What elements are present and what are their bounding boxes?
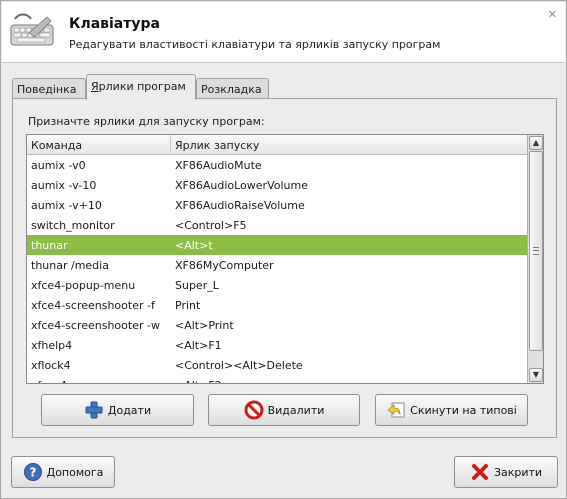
tab-behavior[interactable]: Поведінка [12, 78, 86, 99]
close-icon [471, 464, 488, 480]
add-button[interactable]: Додати [41, 394, 194, 426]
grip-icon [533, 247, 539, 255]
delete-button[interactable]: Видалити [208, 394, 360, 426]
shortcut-cell: Print [175, 299, 201, 312]
tab-mnemonic: Я [91, 80, 99, 93]
shortcut-cell: Super_L [175, 279, 219, 292]
command-cell: xfhelp4 [31, 339, 73, 352]
dialog-subtitle: Редагувати властивості клавіатури та ярл… [69, 38, 441, 51]
add-button-label: Додати [107, 403, 152, 417]
table-row[interactable]: aumix -v+10 XF86AudioRaiseVolume [27, 195, 527, 215]
table-row[interactable]: xfce4-screenshooter -f Print [27, 295, 527, 315]
close-button[interactable]: Закрити [454, 456, 558, 488]
dialog-header: Клавіатура Редагувати властивості клавіа… [2, 2, 565, 63]
tab-label: інка [52, 83, 77, 96]
table-row[interactable]: aumix -v0 XF86AudioMute [27, 155, 527, 175]
tab-label: Пове [17, 83, 46, 96]
table-row[interactable]: xflock4 <Control><Alt>Delete [27, 355, 527, 375]
reset-defaults-label: Скинути на типові [410, 403, 517, 417]
close-icon[interactable]: ✕ [548, 8, 557, 21]
table-row[interactable]: xfhelp4 <Alt>F1 [27, 335, 527, 355]
tab-panel: Призначте ярлики для запуску програм: Ко… [12, 98, 557, 438]
table-row[interactable]: aumix -v-10 XF86AudioLowerVolume [27, 175, 527, 195]
shortcuts-prompt: Призначте ярлики для запуску програм: [28, 115, 265, 128]
shortcut-cell: <Alt>t [175, 239, 213, 252]
command-cell: thunar /media [31, 259, 109, 272]
shortcut-cell: XF86AudioMute [175, 159, 262, 172]
help-button-label: Допомога [46, 465, 104, 479]
command-cell: xflock4 [31, 359, 71, 372]
shortcut-cell: XF86MyComputer [175, 259, 274, 272]
tab-app-shortcuts[interactable]: Ярлики програм [86, 74, 196, 100]
shortcut-cell: <Control><Alt>Delete [175, 359, 303, 372]
reset-defaults-button[interactable]: Скинути на типові [375, 394, 528, 426]
command-cell: xfrun4 [31, 379, 67, 383]
shortcut-cell: XF86AudioRaiseVolume [175, 199, 305, 212]
tab-label: Розкла [201, 83, 241, 96]
table-row[interactable]: xfce4-popup-menu Super_L [27, 275, 527, 295]
help-icon: ? [23, 463, 42, 481]
table-row[interactable]: switch_monitor <Control>F5 [27, 215, 527, 235]
command-cell: aumix -v+10 [31, 199, 102, 212]
delete-button-label: Видалити [267, 403, 325, 417]
help-button[interactable]: ? Допомога [11, 456, 115, 488]
revert-icon [387, 402, 405, 418]
column-header-shortcut[interactable]: Ярлик запуску [171, 135, 527, 155]
list-rows: aumix -v0 XF86AudioMute aumix -v-10 XF86Aud… [27, 155, 527, 383]
close-button-label: Закрити [493, 465, 543, 479]
scroll-up-button[interactable]: ▲ [529, 136, 543, 150]
tab-mnemonic: д [45, 83, 53, 96]
shortcut-cell: <Alt>F1 [175, 339, 222, 352]
command-cell: xfce4-screenshooter -f [31, 299, 155, 312]
column-header-command[interactable]: Команда [27, 135, 171, 155]
shortcuts-list[interactable]: Команда Ярлик запуску aumix -v0 XF86Audio… [26, 134, 544, 384]
shortcut-cell: XF86AudioLowerVolume [175, 179, 308, 192]
keyboard-settings-window: Клавіатура Редагувати властивості клавіа… [0, 0, 567, 499]
tab-label: ка [248, 83, 262, 96]
shortcut-cell: <Control>F5 [175, 219, 247, 232]
command-cell: xfce4-screenshooter -w [31, 319, 160, 332]
vertical-scrollbar[interactable]: ▲ ▼ [527, 135, 543, 383]
no-entry-icon [244, 400, 264, 420]
tab-layout[interactable]: Розкладка [196, 78, 269, 99]
dialog-title: Клавіатура [69, 16, 160, 32]
scroll-down-button[interactable]: ▼ [529, 368, 543, 382]
table-row[interactable]: xfrun4 <Alt>F2 [27, 375, 527, 383]
tab-label: рлики програм [98, 80, 186, 93]
command-cell: thunar [31, 239, 68, 252]
table-row[interactable]: thunar <Alt>t [27, 235, 527, 255]
command-cell: aumix -v0 [31, 159, 86, 172]
command-cell: aumix -v-10 [31, 179, 97, 192]
table-row[interactable]: thunar /media XF86MyComputer [27, 255, 527, 275]
shortcut-cell: <Alt>Print [175, 319, 234, 332]
keyboard-icon [10, 13, 54, 46]
table-row[interactable]: xfce4-screenshooter -w <Alt>Print [27, 315, 527, 335]
shortcut-cell: <Alt>F2 [175, 379, 222, 383]
command-cell: xfce4-popup-menu [31, 279, 136, 292]
svg-text:?: ? [29, 466, 36, 480]
command-cell: switch_monitor [31, 219, 115, 232]
list-header: Команда Ярлик запуску [27, 135, 527, 155]
scrollbar-thumb[interactable] [529, 151, 543, 351]
plus-icon [85, 401, 103, 419]
